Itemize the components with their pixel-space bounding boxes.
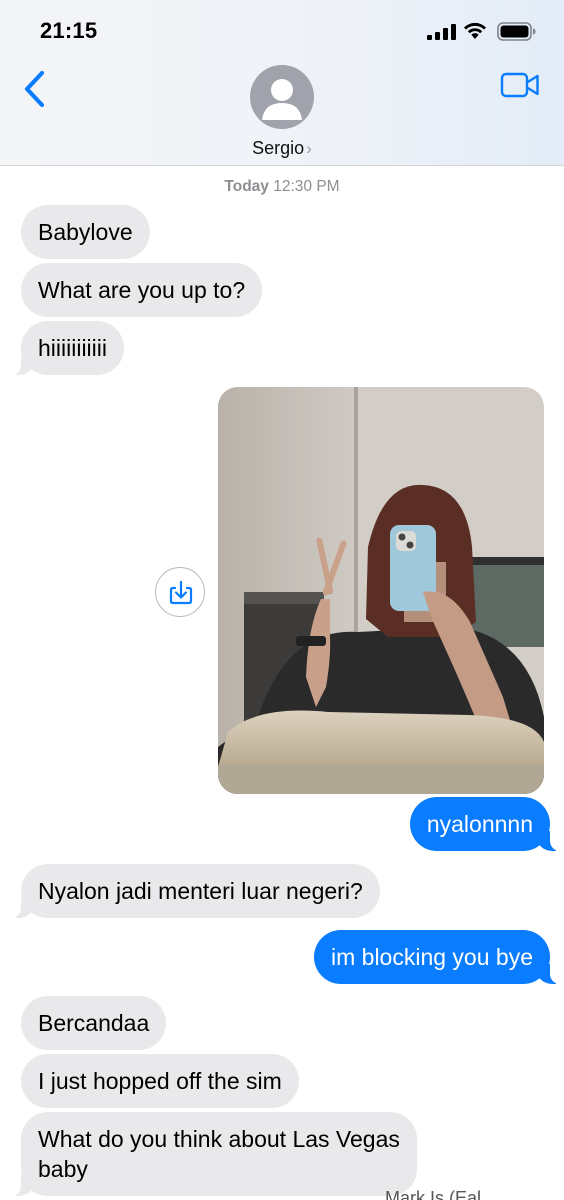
message-text: nyalonnnn bbox=[426, 811, 533, 837]
incoming-message[interactable]: Bercandaa bbox=[21, 996, 167, 1050]
timestamp-day: Today bbox=[224, 178, 269, 195]
mirror-selfie-image bbox=[218, 387, 544, 794]
conversation-header: 21:15 Sergio › bbox=[0, 0, 564, 166]
message-text: I just hopped off the sim bbox=[38, 1068, 282, 1094]
incoming-message[interactable]: What do you think about Las Vegas baby bbox=[9, 1112, 417, 1196]
message-text: What are you up to? bbox=[38, 277, 246, 303]
message-text-line: What do you think about Las Vegas bbox=[38, 1126, 400, 1152]
person-silhouette-icon bbox=[262, 79, 302, 120]
outgoing-message[interactable]: nyalonnnn bbox=[409, 797, 563, 851]
incoming-message[interactable]: Nyalon jadi menteri luar negeri? bbox=[9, 864, 380, 918]
incoming-message[interactable]: hiiiiiiiiiii bbox=[9, 321, 124, 375]
message-text: im blocking you bye bbox=[331, 944, 533, 970]
outgoing-message[interactable]: im blocking you bye bbox=[314, 930, 562, 984]
incoming-message[interactable]: Babylove bbox=[21, 205, 150, 259]
contact-name: Sergio bbox=[252, 138, 305, 158]
message-text: Babylove bbox=[38, 219, 133, 245]
chevron-right-icon: › bbox=[306, 139, 312, 158]
incoming-message[interactable]: I just hopped off the sim bbox=[21, 1054, 299, 1108]
message-text-line: baby bbox=[38, 1156, 88, 1182]
message-text: Bercandaa bbox=[38, 1010, 150, 1036]
cellular-signal-icon bbox=[427, 24, 456, 40]
message-text: Nyalon jadi menteri luar negeri? bbox=[38, 878, 363, 904]
truncated-footer-text: Mark Is (Eal bbox=[385, 1188, 482, 1200]
save-to-photos-icon bbox=[169, 580, 193, 605]
status-bar-time: 21:15 bbox=[40, 18, 98, 43]
contact-name-button[interactable]: Sergio › bbox=[0, 138, 564, 159]
video-camera-icon[interactable] bbox=[500, 72, 540, 98]
save-photo-button[interactable] bbox=[155, 567, 205, 617]
back-button[interactable] bbox=[22, 70, 48, 108]
timestamp-time: 12:30 PM bbox=[273, 178, 340, 195]
incoming-message[interactable]: What are you up to? bbox=[21, 263, 263, 317]
contact-avatar[interactable] bbox=[250, 65, 314, 129]
battery-icon bbox=[497, 22, 536, 41]
photo-attachment[interactable] bbox=[218, 387, 544, 794]
message-timestamp: Today 12:30 PM bbox=[0, 178, 564, 196]
message-text: hiiiiiiiiiii bbox=[38, 335, 107, 361]
wifi-icon bbox=[464, 22, 486, 39]
